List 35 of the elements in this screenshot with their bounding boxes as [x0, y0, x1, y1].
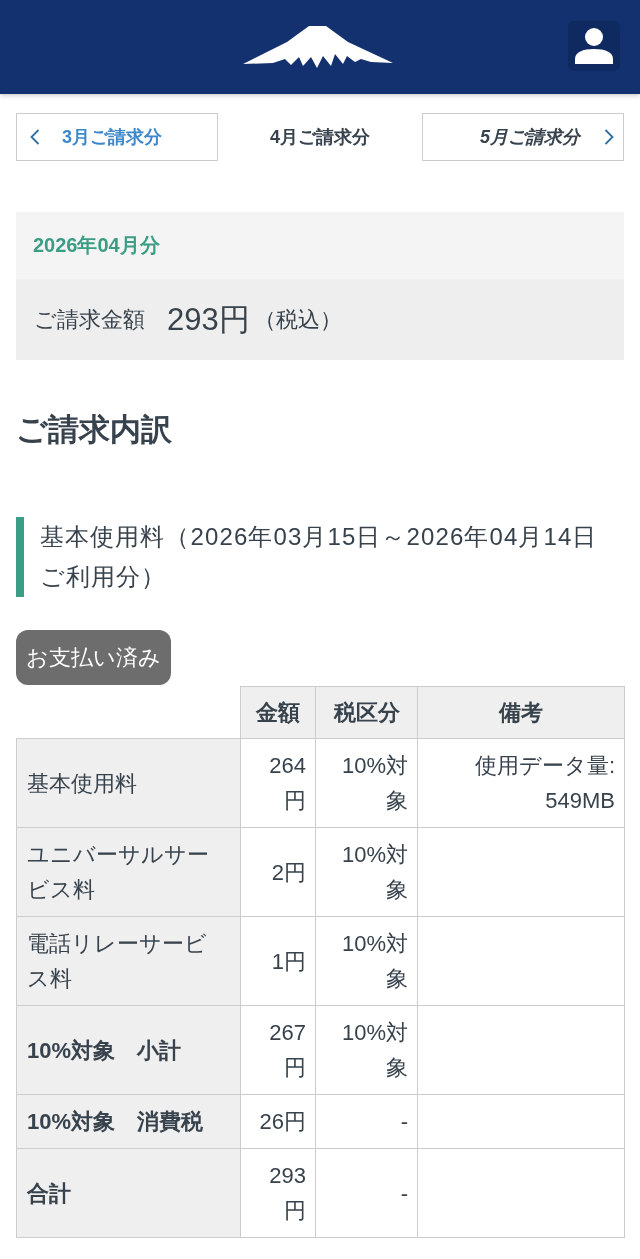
amount-cell: 2円 — [240, 827, 316, 917]
total-amount: 293円 — [167, 300, 250, 339]
tax-category-cell: - — [315, 1148, 418, 1238]
amount-cell: 267円 — [240, 1005, 316, 1095]
row-label: 電話リレーサービス料 — [16, 916, 241, 1006]
row-label: 合計 — [16, 1148, 241, 1238]
current-month-label: 4月ご請求分 — [270, 126, 370, 149]
previous-month-button[interactable]: 3月ご請求分 — [16, 113, 218, 161]
amount-cell: 264円 — [240, 738, 316, 828]
breakdown-title: ご請求内訳 — [16, 411, 173, 449]
row-label: 10%対象 消費税 — [16, 1094, 241, 1149]
chevron-left-icon — [30, 129, 40, 145]
tax-category-cell: 10%対象 — [315, 1005, 418, 1095]
column-header: 備考 — [417, 686, 625, 739]
tax-note: （税込） — [253, 305, 342, 334]
row-label: ユニバーサルサービス料 — [16, 827, 241, 917]
column-header: 金額 — [240, 686, 316, 739]
tax-category-cell: 10%対象 — [315, 827, 418, 917]
amount-cell: 1円 — [240, 916, 316, 1006]
section-heading: 基本使用料（2026年03月15日～2026年04月14日ご利用分） — [16, 517, 624, 597]
tax-category-cell: 10%対象 — [315, 738, 418, 828]
tax-category-cell: 10%対象 — [315, 916, 418, 1006]
amount-label: ご請求金額 — [34, 305, 145, 334]
chevron-right-icon — [604, 129, 614, 145]
payment-status-badge: お支払い済み — [16, 630, 171, 685]
tax-category-cell: - — [315, 1094, 418, 1149]
billing-period-heading: 2026年04月分 — [16, 212, 624, 279]
user-button[interactable] — [568, 21, 620, 71]
amount-cell: 26円 — [240, 1094, 316, 1149]
amount-cell: 293円 — [240, 1148, 316, 1238]
note-cell: 使用データ量: 549MB — [417, 738, 625, 828]
person-icon — [575, 28, 613, 64]
column-header: 税区分 — [315, 686, 418, 739]
row-label: 基本使用料 — [16, 738, 241, 828]
row-label: 10%対象 小計 — [16, 1005, 241, 1095]
